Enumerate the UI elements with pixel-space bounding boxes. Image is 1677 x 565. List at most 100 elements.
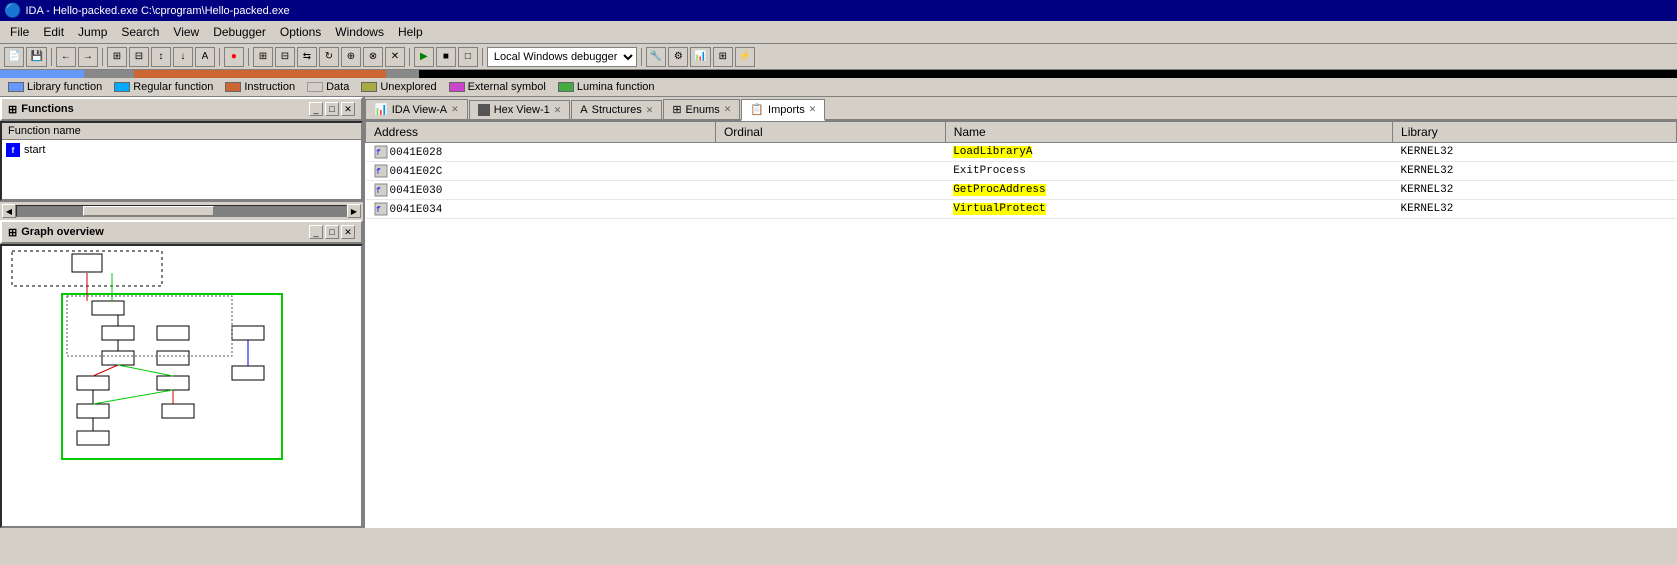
col-ordinal[interactable]: Ordinal xyxy=(715,122,945,143)
pause-button[interactable]: ■ xyxy=(436,47,456,67)
tab-hex-view-1[interactable]: Hex View-1 ✕ xyxy=(469,100,571,119)
graph-panel-header: ⊞ Graph overview _ □ ✕ xyxy=(0,220,363,244)
debug-btn-2[interactable]: ⚙ xyxy=(668,47,688,67)
btn-3[interactable]: ↕ xyxy=(151,47,171,67)
col-library[interactable]: Library xyxy=(1393,122,1677,143)
functions-minimize[interactable]: _ xyxy=(309,102,323,116)
table-row[interactable]: f0041E028LoadLibraryAKERNEL32 xyxy=(366,143,1677,162)
btn-10[interactable]: ⊕ xyxy=(341,47,361,67)
cell-ordinal xyxy=(715,200,945,219)
graph-panel xyxy=(0,244,363,528)
back-button[interactable]: ← xyxy=(56,47,76,67)
btn-2[interactable]: ⊟ xyxy=(129,47,149,67)
debug-btn-1[interactable]: 🔧 xyxy=(646,47,666,67)
new-button[interactable]: 📄 xyxy=(4,47,24,67)
btn-9[interactable]: ↻ xyxy=(319,47,339,67)
graph-restore[interactable]: □ xyxy=(325,225,339,239)
list-item[interactable]: f start xyxy=(4,142,359,158)
btn-4[interactable]: ↓ xyxy=(173,47,193,67)
graph-minimize[interactable]: _ xyxy=(309,225,323,239)
btn-1[interactable]: ⊞ xyxy=(107,47,127,67)
function-icon: f xyxy=(6,143,20,157)
save-button[interactable]: 💾 xyxy=(26,47,46,67)
svg-text:f: f xyxy=(376,187,381,196)
functions-column-header: Function name xyxy=(2,123,361,140)
legend-data: Data xyxy=(307,81,349,93)
debug-btn-4[interactable]: ⊞ xyxy=(713,47,733,67)
btn-8[interactable]: ⇆ xyxy=(297,47,317,67)
tab-enums-close[interactable]: ✕ xyxy=(724,104,732,115)
tab-struct-close[interactable]: ✕ xyxy=(646,105,654,116)
scroll-left[interactable]: ◀ xyxy=(2,204,16,218)
tab-ida-label: IDA View-A xyxy=(392,104,447,116)
col-name[interactable]: Name xyxy=(945,122,1392,143)
legend-lumina-color xyxy=(558,82,574,92)
graph-header-left: ⊞ Graph overview xyxy=(8,226,104,239)
btn-circle-red[interactable]: ● xyxy=(224,47,244,67)
menu-options[interactable]: Options xyxy=(274,23,327,41)
tab-enums[interactable]: ⊞ Enums ✕ xyxy=(663,99,740,119)
step-button[interactable]: □ xyxy=(458,47,478,67)
menu-jump[interactable]: Jump xyxy=(72,23,113,41)
menu-debugger[interactable]: Debugger xyxy=(207,23,272,41)
btn-6[interactable]: ⊞ xyxy=(253,47,273,67)
cell-library: KERNEL32 xyxy=(1393,181,1677,200)
menu-file[interactable]: File xyxy=(4,23,35,41)
run-button[interactable]: ▶ xyxy=(414,47,434,67)
toolbar: 📄 💾 ← → ⊞ ⊟ ↕ ↓ A ● ⊞ ⊟ ⇆ ↻ ⊕ ⊗ ✕ ▶ ■ □ … xyxy=(0,44,1677,70)
table-row[interactable]: f0041E034VirtualProtectKERNEL32 xyxy=(366,200,1677,219)
graph-close[interactable]: ✕ xyxy=(341,225,355,239)
tab-hex-close[interactable]: ✕ xyxy=(554,105,562,116)
tab-hex-label: Hex View-1 xyxy=(494,104,550,116)
navigation-bar[interactable] xyxy=(0,70,1677,78)
menu-view[interactable]: View xyxy=(167,23,205,41)
table-row[interactable]: f0041E030GetProcAddressKERNEL32 xyxy=(366,181,1677,200)
left-panel: ⊞ Functions _ □ ✕ Function name f start xyxy=(0,97,365,528)
col-address[interactable]: Address xyxy=(366,122,716,143)
scroll-right[interactable]: ▶ xyxy=(347,204,361,218)
tab-structures[interactable]: A Structures ✕ xyxy=(571,100,662,119)
debug-btn-5[interactable]: ⚡ xyxy=(735,47,755,67)
functions-restore[interactable]: □ xyxy=(325,102,339,116)
menu-help[interactable]: Help xyxy=(392,23,429,41)
menu-search[interactable]: Search xyxy=(115,23,165,41)
tab-ida-view-a[interactable]: 📊 IDA View-A ✕ xyxy=(365,99,468,119)
forward-button[interactable]: → xyxy=(78,47,98,67)
legend-regular-label: Regular function xyxy=(133,81,213,93)
legend-instruction-color xyxy=(225,82,241,92)
btn-7[interactable]: ⊟ xyxy=(275,47,295,67)
cell-library: KERNEL32 xyxy=(1393,143,1677,162)
menu-bar: File Edit Jump Search View Debugger Opti… xyxy=(0,21,1677,44)
functions-content: Function name f start xyxy=(0,121,363,201)
tab-struct-label: Structures xyxy=(592,104,642,116)
tab-ida-close[interactable]: ✕ xyxy=(451,104,459,115)
functions-icon: ⊞ xyxy=(8,103,17,116)
title-bar: 🔵 IDA - Hello-packed.exe C:\cprogram\Hel… xyxy=(0,0,1677,21)
debug-btn-3[interactable]: 📊 xyxy=(690,47,710,67)
btn-11[interactable]: ⊗ xyxy=(363,47,383,67)
legend-external-label: External symbol xyxy=(468,81,546,93)
btn-5[interactable]: A xyxy=(195,47,215,67)
tab-imports[interactable]: 📋 Imports ✕ xyxy=(741,99,825,121)
function-name: start xyxy=(24,144,45,156)
imports-table: Address Ordinal Name Library f0041E028Lo… xyxy=(365,121,1677,219)
cell-library: KERNEL32 xyxy=(1393,200,1677,219)
scrollbar-thumb xyxy=(83,206,215,216)
cell-name: LoadLibraryA xyxy=(945,143,1392,162)
imports-content: Address Ordinal Name Library f0041E028Lo… xyxy=(365,121,1677,528)
scroll-area: ◀ ▶ xyxy=(0,201,363,220)
title-text: IDA - Hello-packed.exe C:\cprogram\Hello… xyxy=(25,5,289,17)
functions-title: Functions xyxy=(21,103,74,115)
table-row[interactable]: f0041E02CExitProcessKERNEL32 xyxy=(366,162,1677,181)
menu-windows[interactable]: Windows xyxy=(329,23,390,41)
tab-imports-close[interactable]: ✕ xyxy=(809,104,817,115)
toolbar-sep-2 xyxy=(102,48,103,66)
horizontal-scrollbar[interactable] xyxy=(16,205,347,217)
toolbar-sep-3 xyxy=(219,48,220,66)
right-panel: 📊 IDA View-A ✕ Hex View-1 ✕ A Structures… xyxy=(365,97,1677,528)
functions-close[interactable]: ✕ xyxy=(341,102,355,116)
stop-button[interactable]: ✕ xyxy=(385,47,405,67)
toolbar-sep-5 xyxy=(409,48,410,66)
debugger-selector[interactable]: Local Windows debugger xyxy=(487,47,637,67)
menu-edit[interactable]: Edit xyxy=(37,23,70,41)
